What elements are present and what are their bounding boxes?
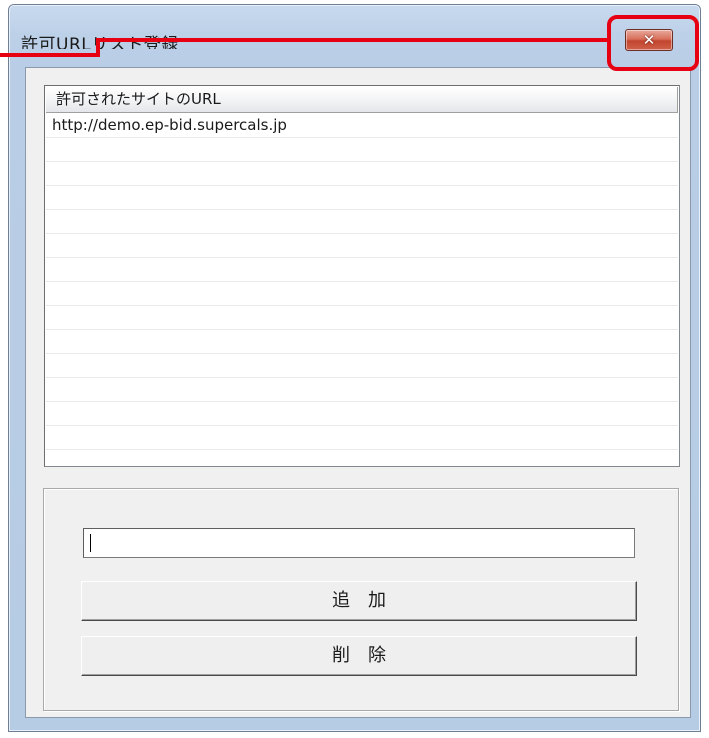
add-button[interactable]: 追加 bbox=[81, 581, 637, 621]
allowed-url-list[interactable]: 許可されたサイトのURL http://demo.ep-bid.supercal… bbox=[44, 85, 680, 467]
callout-leader-line-vertical bbox=[96, 38, 100, 57]
delete-button[interactable]: 削除 bbox=[81, 636, 637, 676]
list-rows: http://demo.ep-bid.supercals.jp bbox=[46, 114, 678, 465]
url-input[interactable] bbox=[83, 528, 635, 558]
callout-leader-line-top bbox=[96, 38, 611, 42]
callout-leader-line bbox=[0, 53, 100, 57]
text-caret bbox=[90, 534, 91, 552]
list-item[interactable]: http://demo.ep-bid.supercals.jp bbox=[46, 114, 678, 138]
column-header-allowed-url[interactable]: 許可されたサイトのURL bbox=[46, 87, 678, 113]
callout-highlight-frame bbox=[607, 15, 699, 71]
